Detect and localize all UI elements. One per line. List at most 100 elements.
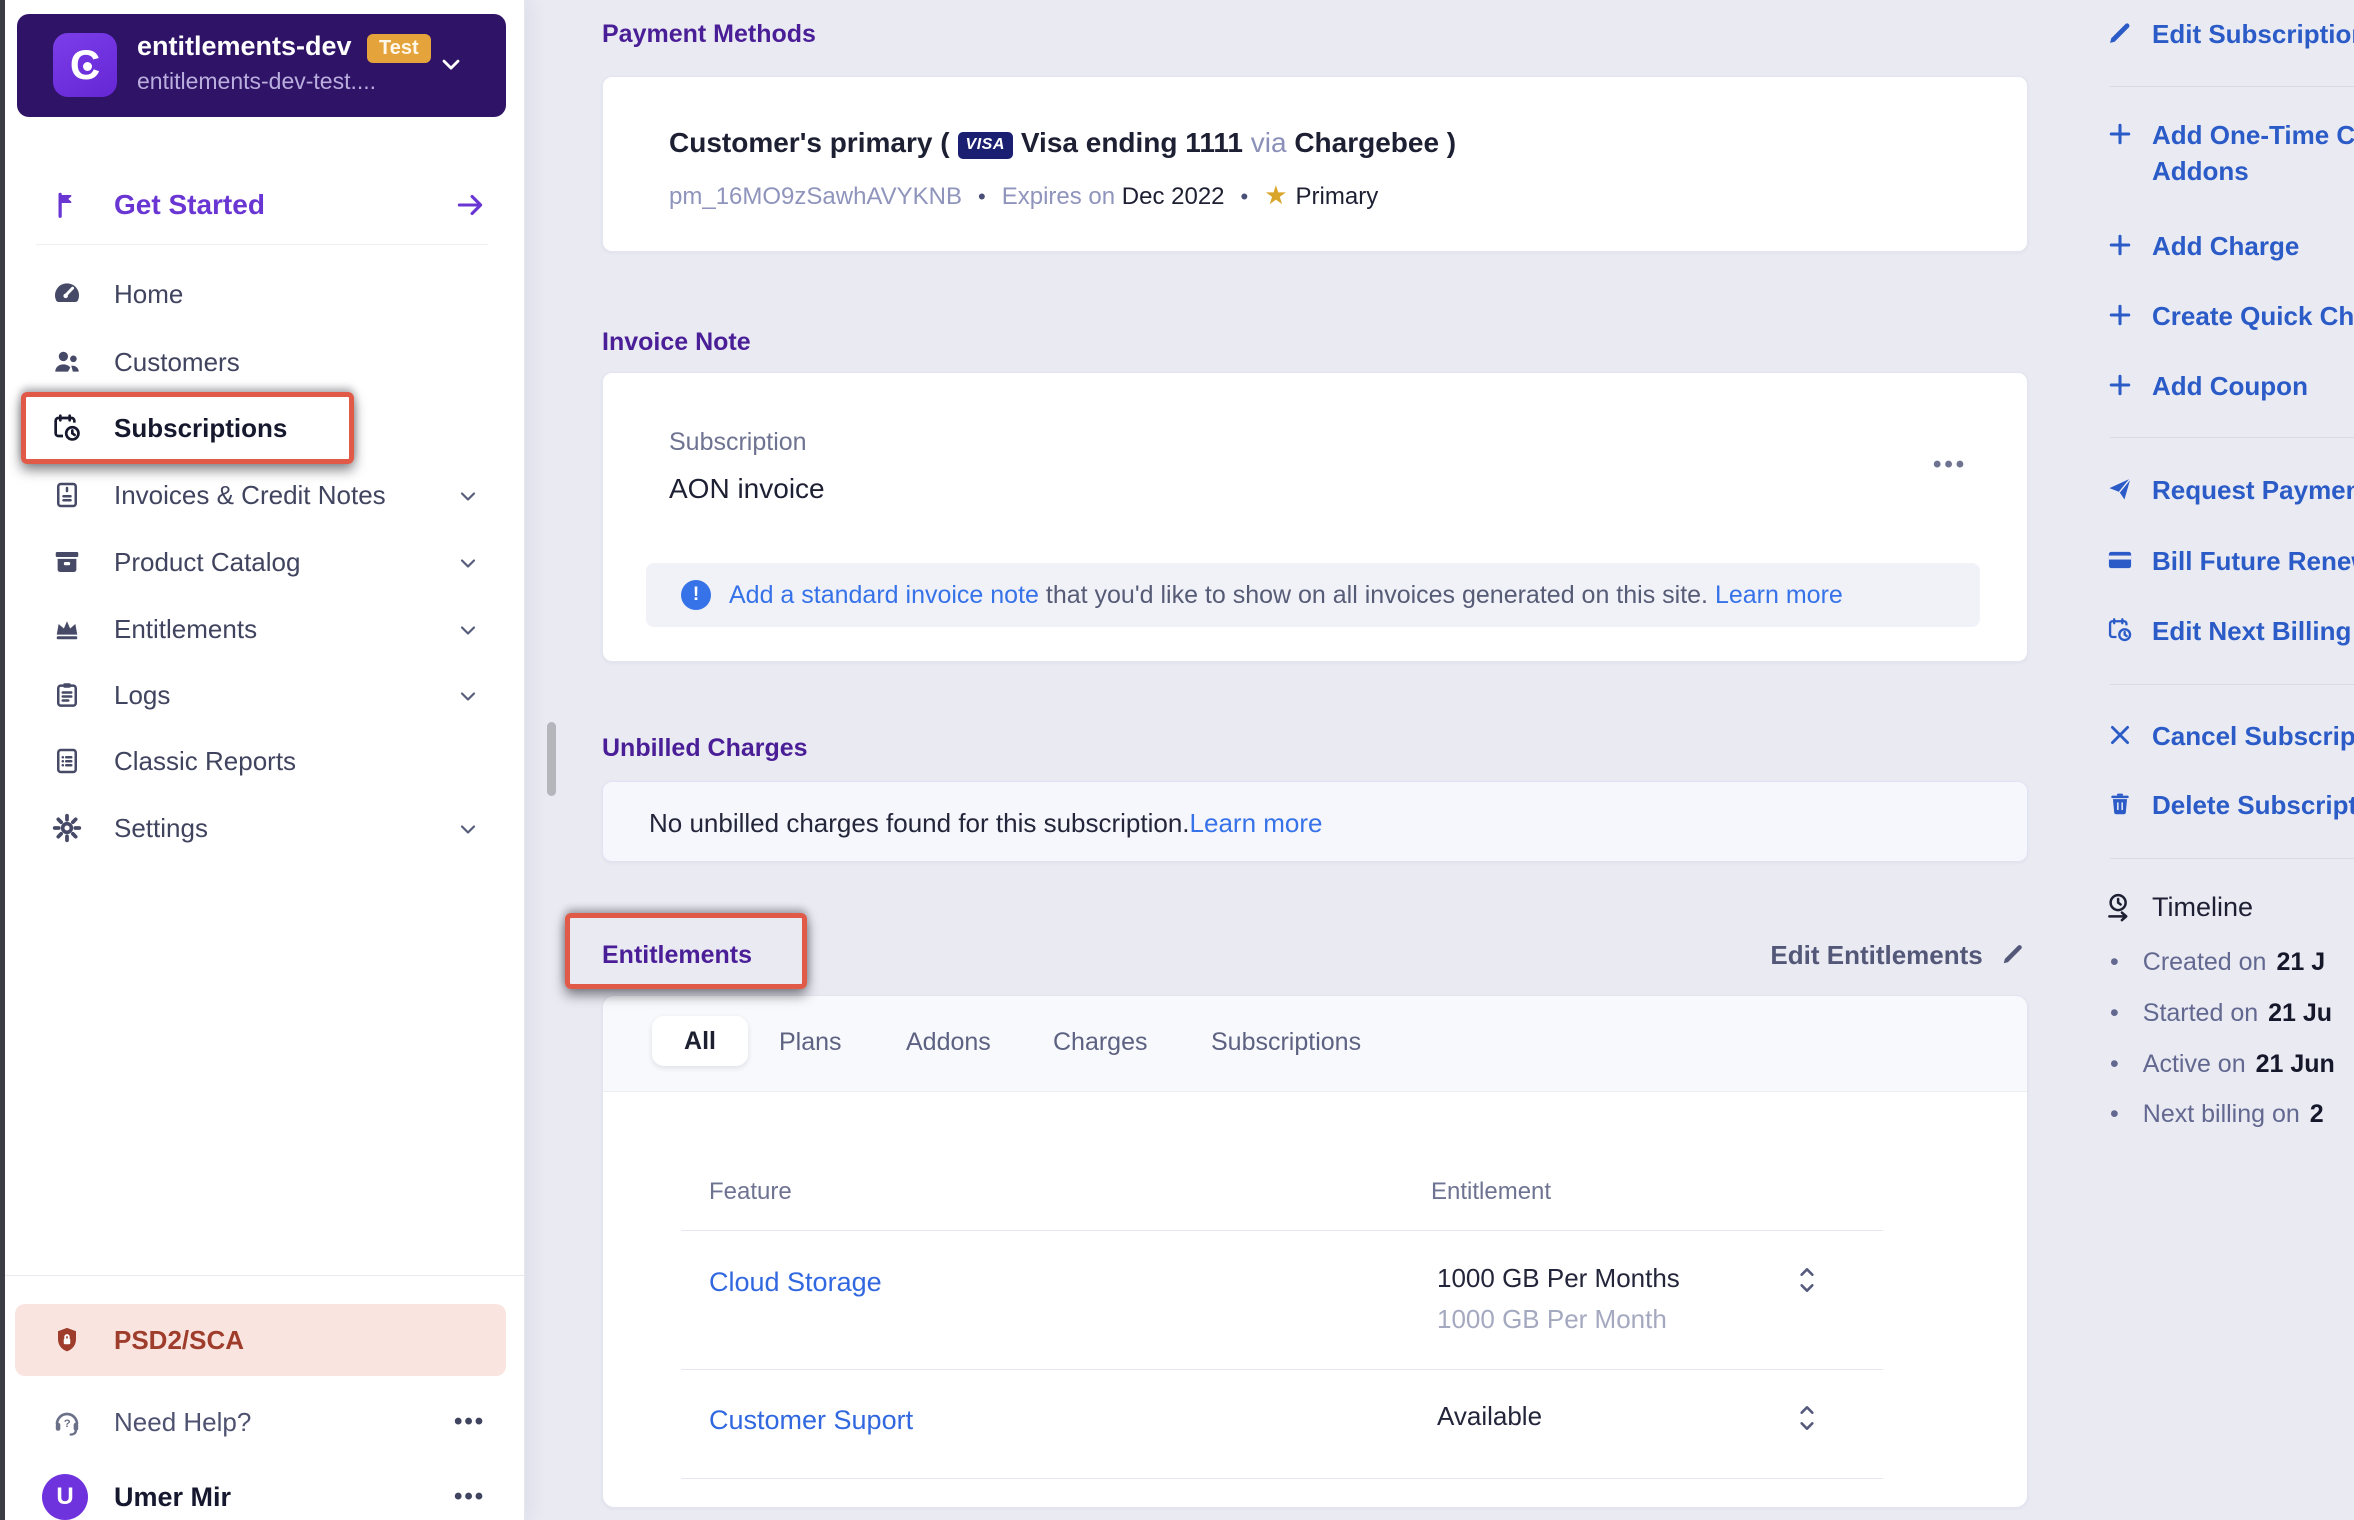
more-options-icon[interactable]: •••: [1933, 451, 1967, 479]
column-header-feature: Feature: [709, 1178, 792, 1205]
gear-icon: [50, 811, 84, 845]
tab-subscriptions[interactable]: Subscriptions: [1211, 1028, 1361, 1057]
learn-more-link[interactable]: Learn more: [1190, 808, 1323, 838]
create-quick-charge-action[interactable]: Create Quick Cha: [2104, 298, 2354, 334]
plus-icon: [2104, 298, 2136, 332]
timeline-title: Timeline: [2152, 891, 2254, 922]
timeline-value: 21 Jun: [2255, 1050, 2335, 1078]
unbilled-message: No unbilled charges found for this subsc…: [649, 808, 1190, 838]
feature-link[interactable]: Cloud Storage: [709, 1267, 882, 1298]
more-options-icon[interactable]: •••: [454, 1408, 485, 1436]
payment-method-card: Customer's primary (VISA Visa ending 1111…: [602, 76, 2028, 252]
chevron-down-icon: [456, 551, 480, 575]
report-document-icon: [50, 744, 84, 778]
sidebar-item-product-catalog[interactable]: Product Catalog: [36, 529, 488, 595]
arrow-right-icon[interactable]: [453, 188, 487, 222]
value-stepper-icon[interactable]: [1796, 1264, 1818, 1296]
payment-mid: Visa ending 1111: [1020, 127, 1243, 158]
bullet-icon: •: [2110, 948, 2119, 976]
psd2-label: PSD2/SCA: [114, 1324, 245, 1355]
add-coupon-action[interactable]: Add Coupon: [2104, 368, 2308, 404]
tab-addons[interactable]: Addons: [906, 1028, 991, 1057]
tab-charges[interactable]: Charges: [1053, 1028, 1148, 1057]
tab-plans[interactable]: Plans: [779, 1028, 842, 1057]
clipboard-icon: [50, 678, 84, 712]
entitlements-card: All Plans Addons Charges Subscriptions F…: [602, 995, 2028, 1508]
scrollbar-thumb[interactable]: [547, 722, 556, 796]
sidebar-item-get-started[interactable]: Get Started: [36, 172, 488, 238]
add-one-time-addons-action[interactable]: Add One-Time Ch Addons: [2104, 117, 2354, 189]
entitlement-value: 1000 GB Per Months: [1437, 1263, 1680, 1293]
sidebar-item-psd2[interactable]: PSD2/SCA: [15, 1304, 506, 1376]
column-header-entitlement: Entitlement: [1431, 1178, 1552, 1205]
chevron-down-icon[interactable]: [437, 50, 465, 78]
logo-dot: [83, 62, 92, 71]
info-icon: !: [681, 580, 711, 610]
dot-separator: •: [978, 184, 986, 209]
action-label: Edit Subscription: [2152, 19, 2354, 49]
chevron-down-icon: [456, 817, 480, 841]
expires-value: Dec 2022: [1121, 183, 1225, 210]
request-payment-action[interactable]: Request Payment: [2104, 472, 2354, 508]
sidebar-item-customers[interactable]: Customers: [36, 329, 488, 395]
add-charge-action[interactable]: Add Charge: [2104, 228, 2299, 264]
sidebar-divider: [36, 244, 488, 245]
timeline-icon: [2104, 890, 2136, 924]
primary-label: Primary: [1295, 183, 1379, 210]
bullet-icon: •: [2110, 999, 2119, 1027]
entitlement-subvalue: 1000 GB Per Month: [1437, 1304, 1667, 1334]
chargebee-logo-icon: C: [53, 33, 117, 97]
sidebar-item-label: Entitlements: [114, 613, 258, 644]
bill-future-renewals-action[interactable]: Bill Future Renew: [2104, 543, 2354, 579]
org-switcher[interactable]: C entitlements-dev Test entitlements-dev…: [17, 14, 506, 117]
action-label: Request Payment: [2152, 475, 2354, 505]
subscription-label: Subscription: [669, 428, 807, 456]
feature-link[interactable]: Customer Suport: [709, 1405, 913, 1436]
sidebar-item-user[interactable]: U Umer Mir •••: [36, 1464, 488, 1520]
trash-icon: [2104, 787, 2136, 821]
sidebar: C entitlements-dev Test entitlements-dev…: [0, 0, 525, 1520]
more-options-icon[interactable]: •••: [454, 1483, 485, 1511]
sidebar-item-invoices[interactable]: Invoices & Credit Notes: [36, 462, 488, 528]
pencil-icon: [2104, 16, 2136, 50]
sidebar-item-home[interactable]: Home: [36, 261, 488, 327]
sidebar-item-need-help[interactable]: ? Need Help? •••: [36, 1389, 488, 1455]
action-label: Cancel Subscripti: [2152, 721, 2354, 751]
avatar: U: [42, 1474, 88, 1520]
bullet-icon: •: [2110, 1050, 2119, 1078]
svg-text:?: ?: [64, 1418, 71, 1430]
pencil-icon: [2003, 945, 2022, 964]
timeline-label: Created on: [2142, 948, 2267, 976]
crown-icon: [50, 612, 84, 646]
add-invoice-note-link[interactable]: Add a standard invoice note: [729, 581, 1039, 609]
sidebar-item-label: Invoices & Credit Notes: [114, 479, 386, 510]
sidebar-item-subscriptions[interactable]: Subscriptions: [36, 395, 488, 461]
help-label: Need Help?: [114, 1406, 252, 1437]
edit-subscription-action[interactable]: Edit Subscription: [2104, 16, 2354, 52]
tab-all[interactable]: All: [652, 1016, 748, 1066]
delete-subscription-action[interactable]: Delete Subscripti: [2104, 787, 2354, 823]
sidebar-item-label: Settings: [114, 812, 208, 843]
sidebar-item-entitlements[interactable]: Entitlements: [36, 596, 488, 662]
archive-box-icon: [50, 545, 84, 579]
sidebar-item-label: Product Catalog: [114, 546, 301, 577]
timeline-label: Active on: [2142, 1050, 2246, 1078]
edit-next-billing-date-action[interactable]: Edit Next Billing D: [2104, 613, 2354, 649]
action-label: Add Coupon: [2152, 371, 2308, 401]
sidebar-item-label: Subscriptions: [114, 412, 288, 443]
value-stepper-icon[interactable]: [1796, 1402, 1818, 1434]
action-label: Add One-Time Ch Addons: [2152, 117, 2354, 189]
payment-suffix: Chargebee ): [1294, 127, 1457, 158]
rail-divider: [2110, 437, 2354, 438]
unbilled-charges-card: No unbilled charges found for this subsc…: [602, 781, 2028, 862]
sidebar-item-settings[interactable]: Settings: [36, 795, 488, 861]
edit-entitlements-button[interactable]: Edit Entitlements: [1602, 940, 2026, 971]
sidebar-item-classic-reports[interactable]: Classic Reports: [36, 728, 488, 794]
sidebar-item-logs[interactable]: Logs: [36, 662, 488, 728]
cancel-subscription-action[interactable]: Cancel Subscripti: [2104, 718, 2354, 754]
learn-more-link[interactable]: Learn more: [1715, 581, 1843, 609]
payment-method-meta: pm_16MO9zSawhAVYKNB • Expires on Dec 2022 •…: [669, 180, 1378, 211]
sidebar-item-label: Logs: [114, 679, 171, 710]
table-divider: [681, 1369, 1883, 1370]
gauge-icon: [50, 277, 84, 311]
